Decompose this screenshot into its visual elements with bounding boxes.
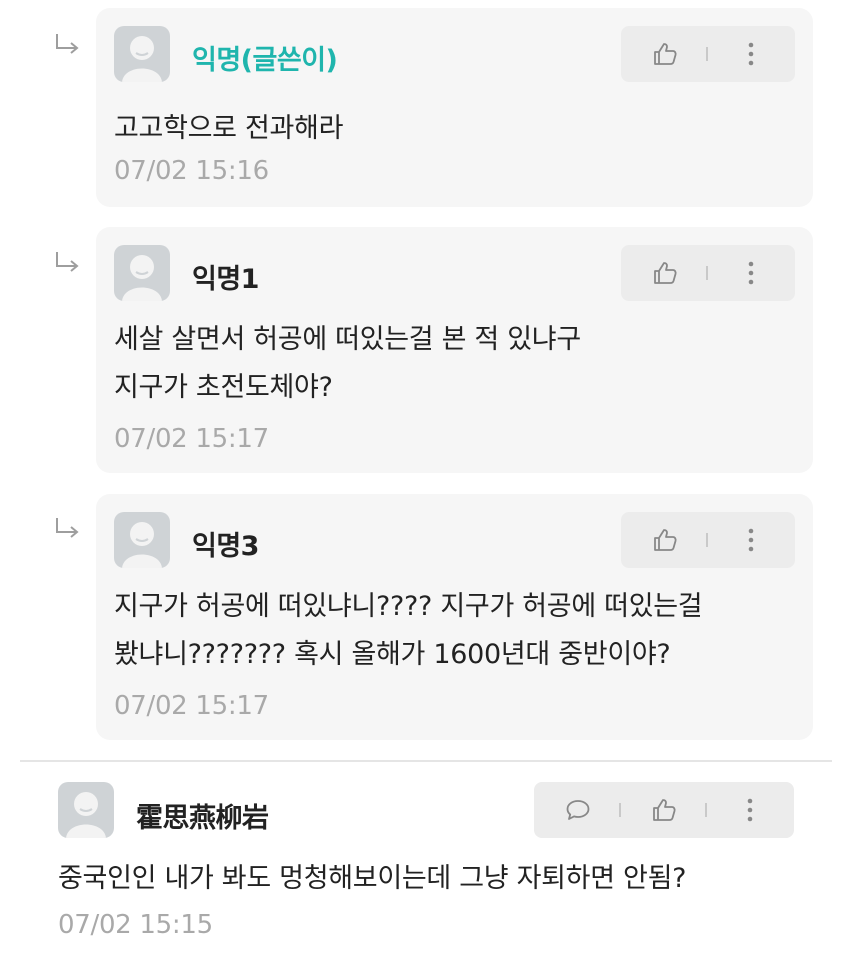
comment-timestamp: 07/02 15:17 [114, 691, 269, 721]
comment-actions [621, 512, 795, 568]
comment-author: 익명(글쓴이) [192, 45, 338, 76]
more-vertical-icon [748, 261, 754, 285]
divider [706, 47, 708, 61]
divider [706, 533, 708, 547]
thumbs-up-icon [654, 262, 677, 284]
comment-actions [621, 245, 795, 301]
thumbs-up-icon [654, 43, 677, 65]
thumbs-up-icon [654, 529, 677, 551]
reply-button[interactable] [558, 782, 598, 838]
comment-timestamp: 07/02 15:17 [114, 424, 269, 454]
comment-actions [534, 782, 794, 838]
comment-text-line: 세살 살면서 허공에 떠있는걸 본 적 있냐구 [114, 324, 581, 355]
divider [706, 266, 708, 280]
comment-text-line: 고고학으로 전과해라 [114, 113, 344, 144]
more-button[interactable] [731, 245, 771, 301]
like-button[interactable] [645, 245, 685, 301]
speech-bubble-icon [566, 800, 590, 820]
comment-text-line: 지구가 허공에 떠있냐니???? 지구가 허공에 떠있는걸 [114, 591, 703, 622]
comment-item: 霍思燕柳岩 중국인인 내가 봐도 멍청해보이는데 그냥 자퇴하면 안됨? 07/… [58, 782, 794, 952]
reply-card: 익명(글쓴이) 고고학으로 전과해라 07/02 15:16 [96, 8, 813, 207]
reply-arrow-icon [54, 250, 82, 276]
comment-divider [20, 760, 832, 762]
reply-card: 익명3 지구가 허공에 떠있냐니???? 지구가 허공에 떠있는걸 봤냐니???… [96, 494, 813, 740]
divider [619, 803, 621, 817]
comment-author: 익명1 [192, 264, 259, 295]
thumbs-up-icon [653, 799, 676, 821]
comment-timestamp: 07/02 15:16 [114, 156, 269, 186]
reply-card: 익명1 세살 살면서 허공에 떠있는걸 본 적 있냐구 지구가 초전도체야? 0… [96, 227, 813, 473]
default-avatar-icon [114, 26, 170, 82]
more-vertical-icon [748, 528, 754, 552]
comment-author: 익명3 [192, 531, 259, 562]
like-button[interactable] [644, 782, 684, 838]
reply-arrow-icon [54, 32, 82, 58]
comment-text-line: 지구가 초전도체야? [114, 372, 333, 403]
like-button[interactable] [645, 26, 685, 82]
more-button[interactable] [731, 512, 771, 568]
comment-timestamp: 07/02 15:15 [58, 910, 213, 940]
more-vertical-icon [748, 42, 754, 66]
like-button[interactable] [645, 512, 685, 568]
more-button[interactable] [731, 26, 771, 82]
default-avatar-icon [114, 512, 170, 568]
divider [705, 803, 707, 817]
comment-text-line: 봤냐니??????? 혹시 올해가 1600년대 중반이야? [114, 639, 671, 670]
reply-arrow-icon [54, 516, 82, 542]
comment-actions [621, 26, 795, 82]
comment-text-line: 중국인인 내가 봐도 멍청해보이는데 그냥 자퇴하면 안됨? [58, 863, 687, 894]
more-button[interactable] [730, 782, 770, 838]
default-avatar-icon [58, 782, 114, 838]
default-avatar-icon [114, 245, 170, 301]
comment-author: 霍思燕柳岩 [136, 803, 269, 834]
more-vertical-icon [747, 798, 753, 822]
